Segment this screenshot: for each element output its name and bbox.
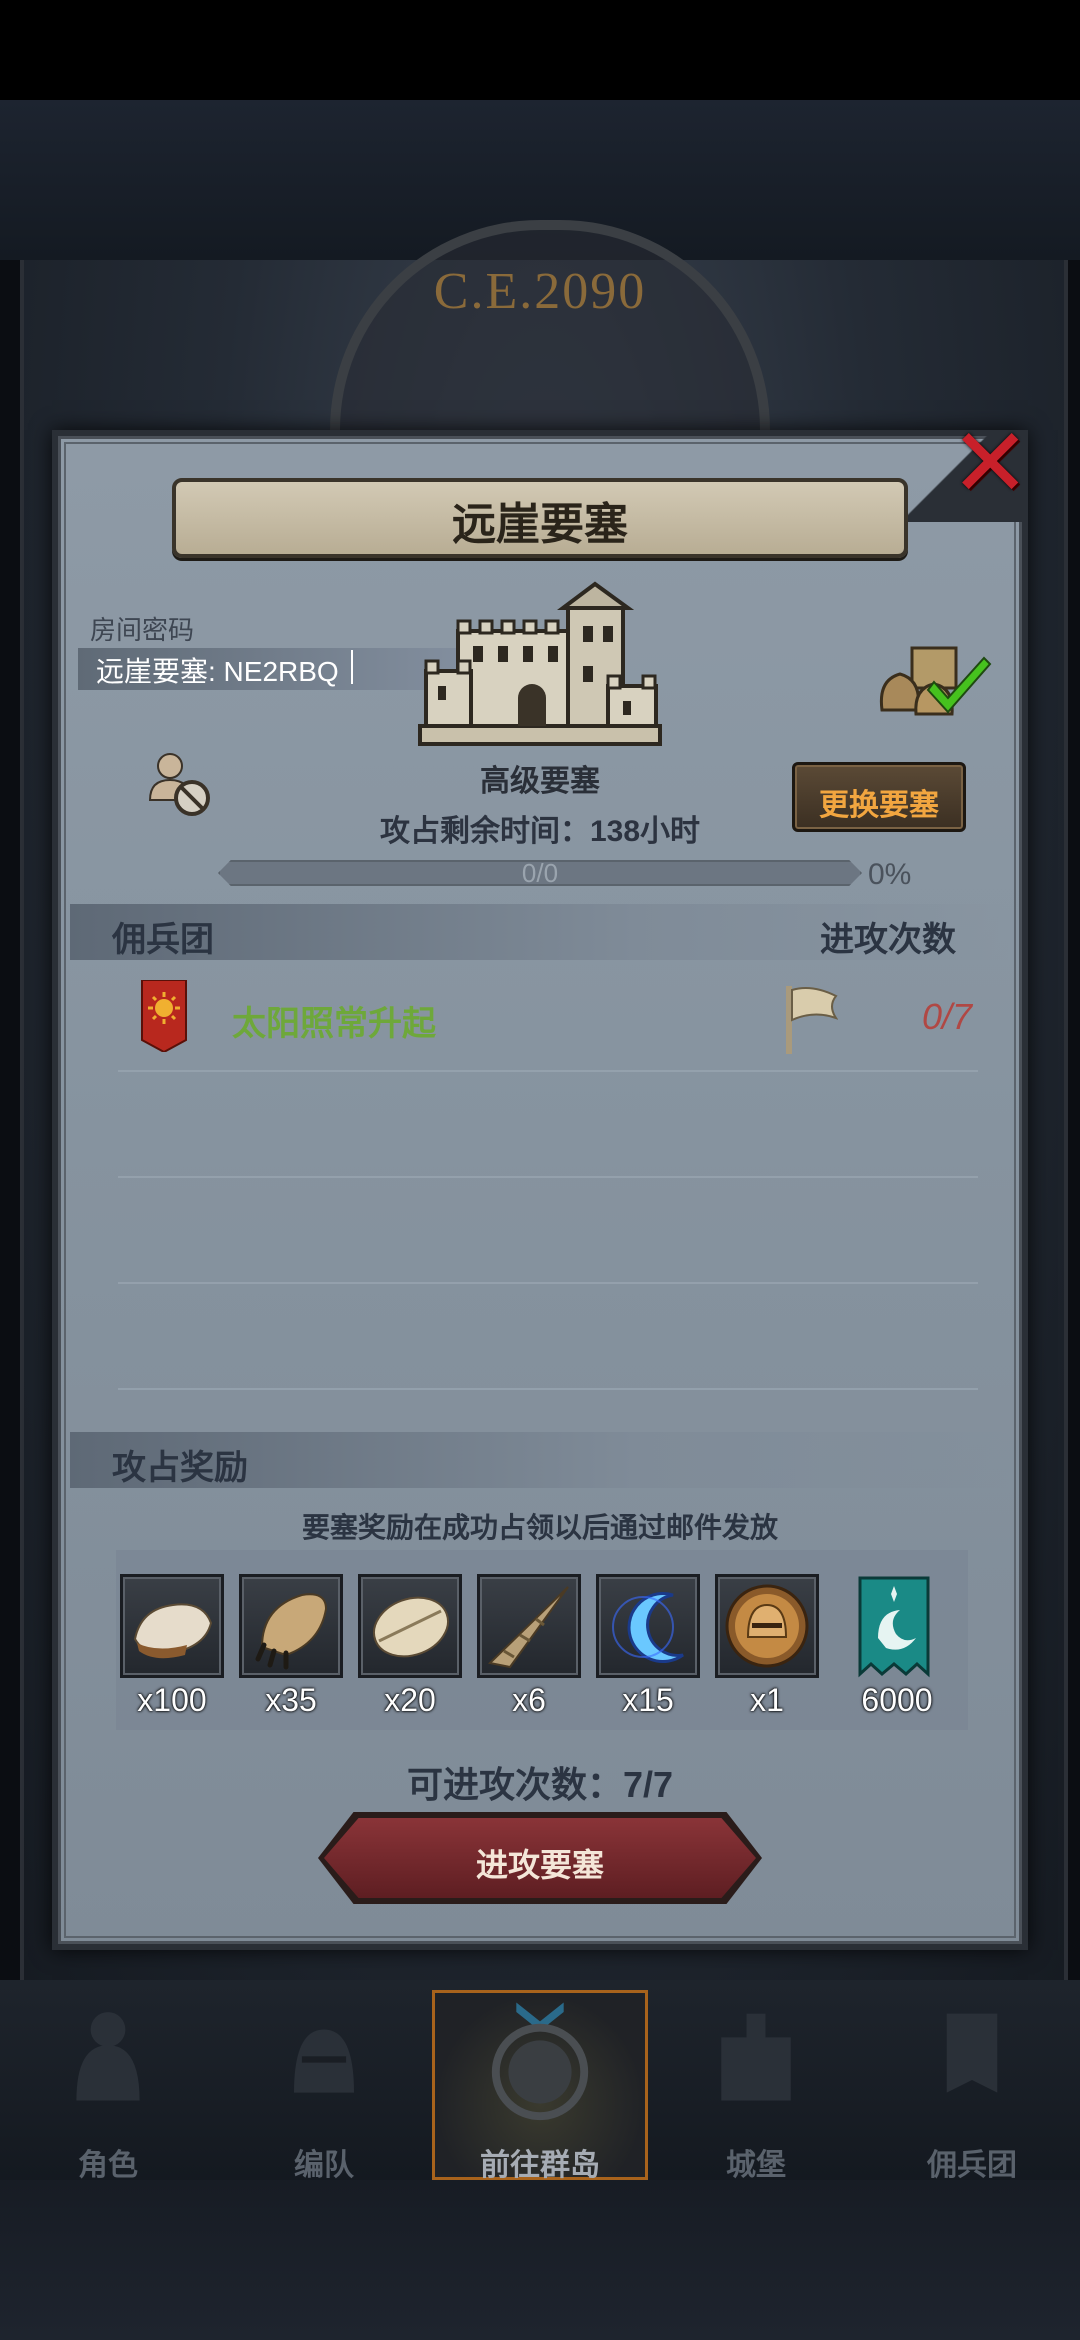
reward-note: 要塞奖励在成功占领以后通过邮件发放: [301, 1512, 778, 1543]
reward-slot[interactable]: [854, 1574, 934, 1678]
mercenary-header: 佣兵团: [112, 921, 214, 959]
supply-bags-check-icon[interactable]: [876, 640, 996, 720]
castle-icon: [418, 581, 662, 746]
reward-qty: x6: [512, 1682, 546, 1718]
remaining-time: 攻占剩余时间：138小时: [379, 815, 701, 848]
beast-claw-icon: [255, 1593, 328, 1670]
attack-fortress-label: 进攻要塞: [475, 1847, 604, 1883]
knight-helmet-medal-icon: [725, 1584, 809, 1668]
blue-crescent-icon: [612, 1592, 684, 1663]
mercenary-attack-count: 0/7: [921, 996, 972, 1037]
reward-qty: x100: [137, 1682, 207, 1718]
reward-qty: x15: [622, 1682, 674, 1718]
dialog-title: 远崖要塞: [452, 500, 628, 549]
castle-silhouette-icon: [721, 2013, 791, 2101]
reward-slot[interactable]: [477, 1574, 581, 1678]
reward-qty: 6000: [861, 1682, 933, 1718]
row-divider: [118, 1070, 978, 1072]
row-divider: [118, 1282, 978, 1284]
reward-qty: x20: [384, 1682, 436, 1718]
attempts-left: 可进攻次数：7/7: [406, 1764, 674, 1805]
reward-slot[interactable]: [239, 1574, 343, 1678]
feather-hide-icon: [373, 1596, 449, 1658]
helmet-icon: [294, 2029, 354, 2093]
capture-progress-percent: 0%: [868, 858, 912, 891]
text-caret: [351, 650, 353, 684]
reward-slot[interactable]: [596, 1574, 700, 1678]
close-icon: ✕: [950, 410, 1031, 517]
reward-qty: x1: [750, 1682, 784, 1718]
knight-silhouette-icon: [76, 2012, 140, 2101]
compass-globe-icon: [491, 2002, 589, 2121]
reward-slot[interactable]: [358, 1574, 462, 1678]
banner-silhouette-icon: [946, 2013, 998, 2093]
guild-banner-icon: [858, 1576, 930, 1678]
capture-progress-text: 0/0: [521, 858, 559, 888]
reward-qty: x35: [265, 1682, 317, 1718]
row-divider: [118, 1388, 978, 1390]
reward-slot[interactable]: [120, 1574, 224, 1678]
horn-icon: [487, 1586, 569, 1669]
room-code-value[interactable]: 远崖要塞: NE2RBQ: [96, 650, 339, 690]
fur-pelt-icon: [133, 1603, 213, 1659]
bottom-band: [0, 2180, 1080, 2340]
mercenary-name[interactable]: 太阳照常升起: [232, 996, 436, 1045]
nav-label-castle: 城堡: [726, 2149, 786, 2182]
nav-label-islands: 前往群岛: [480, 2149, 600, 2182]
nav-label-formation: 编队: [294, 2149, 354, 2182]
guild-sun-banner-icon: [141, 980, 187, 1052]
nav-label-mercenary: 佣兵团: [927, 2149, 1017, 2182]
era-text: C.E.2090: [433, 263, 647, 320]
attack-count-header: 进攻次数: [820, 921, 956, 959]
close-button[interactable]: ✕: [950, 416, 1030, 512]
row-divider: [118, 1176, 978, 1178]
reward-header: 攻占奖励: [112, 1449, 248, 1487]
flag-icon: [786, 986, 838, 1054]
nav-label-character: 角色: [78, 2149, 138, 2182]
reward-slot[interactable]: [715, 1574, 819, 1678]
fortress-level: 高级要塞: [480, 765, 600, 798]
room-code-label: 房间密码: [90, 615, 195, 645]
status-bar-area: [0, 0, 1080, 100]
